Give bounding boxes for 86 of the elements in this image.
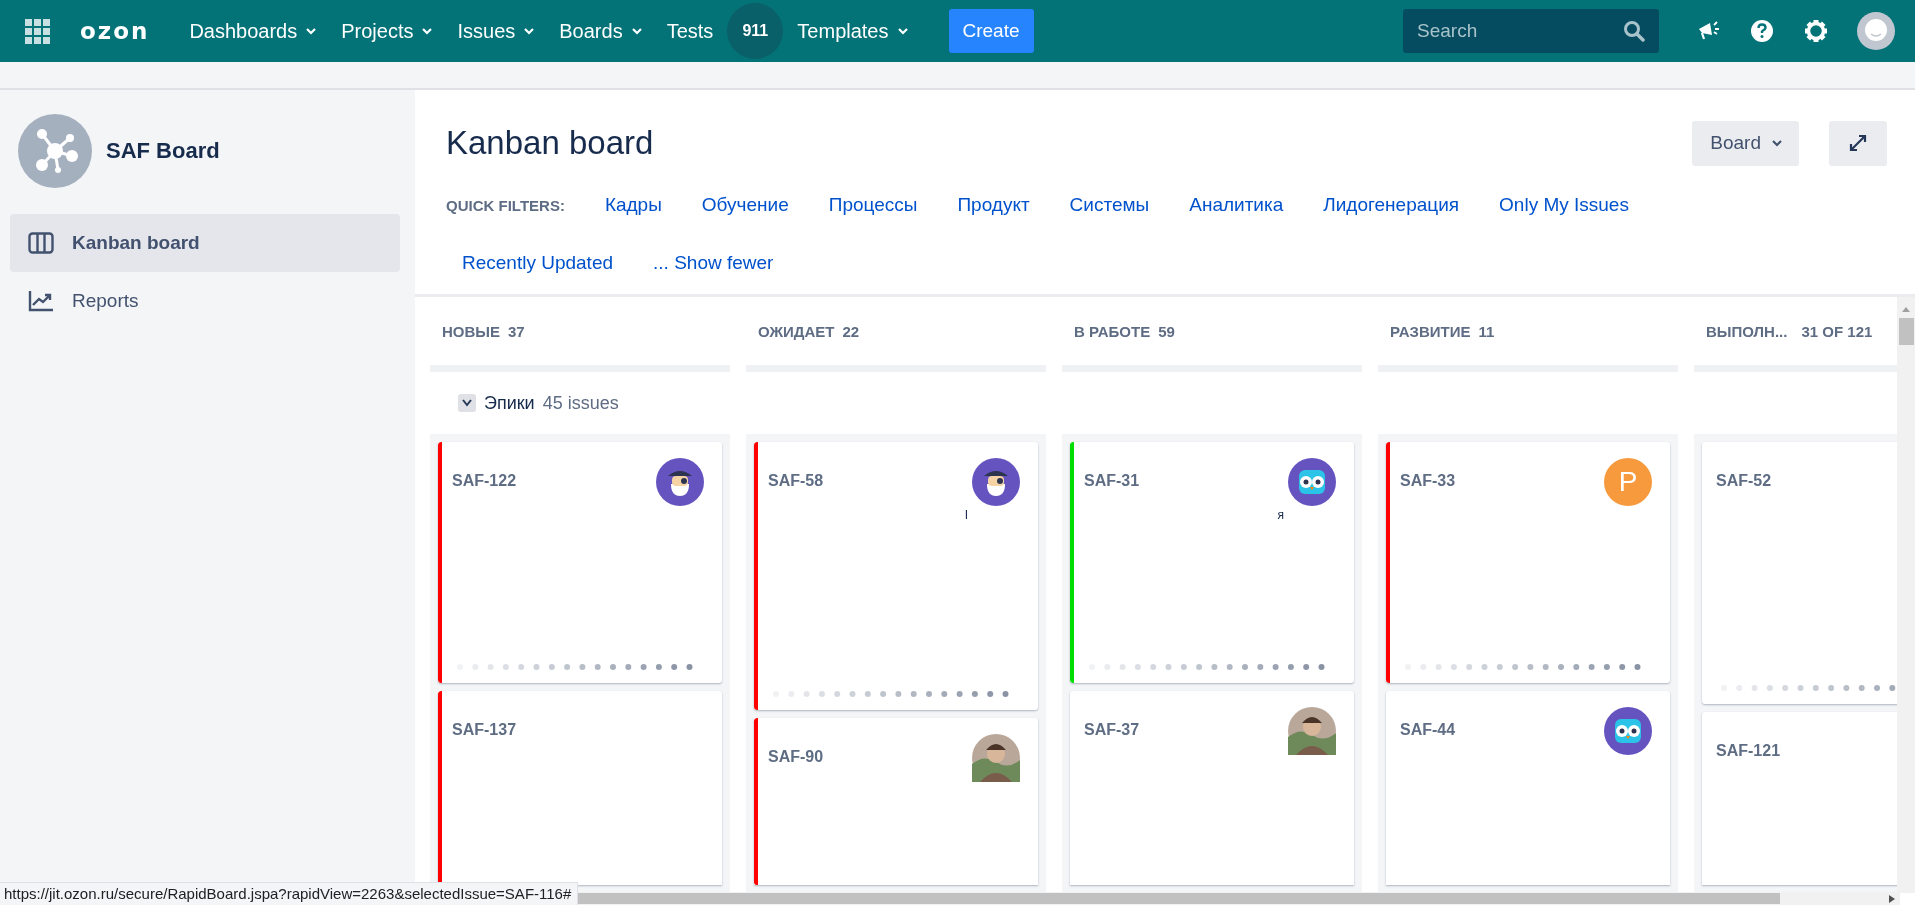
quick-filter-link[interactable]: Обучение bbox=[701, 194, 789, 216]
issue-card[interactable]: SAF-137 bbox=[438, 691, 722, 885]
app-switcher-icon[interactable] bbox=[25, 18, 50, 44]
issue-key: SAF-137 bbox=[452, 721, 517, 739]
expand-toggle[interactable] bbox=[458, 394, 476, 412]
board-view-dropdown[interactable]: Board bbox=[1692, 120, 1799, 166]
issue-key: SAF-44 bbox=[1400, 721, 1456, 739]
caret-icon bbox=[421, 26, 434, 36]
quick-filter-link[interactable]: Recently Updated bbox=[462, 252, 614, 274]
card-text: я bbox=[1277, 508, 1284, 522]
quick-filter-link[interactable]: Лидогенерация bbox=[1323, 194, 1460, 216]
quick-filter-link[interactable]: Продукт bbox=[957, 194, 1030, 216]
nav-link[interactable]: Tests bbox=[654, 11, 726, 51]
caret-icon bbox=[1771, 138, 1783, 148]
nav-menu[interactable]: Templates bbox=[785, 11, 921, 51]
quick-filter-link[interactable]: Процессы bbox=[828, 194, 918, 216]
column-title: НОВЫЕ bbox=[442, 322, 501, 340]
user-avatar-icon[interactable] bbox=[1857, 12, 1895, 50]
quick-filter-link[interactable]: Системы bbox=[1069, 194, 1150, 216]
project-name: SAF Board bbox=[106, 138, 220, 164]
column-title: ОЖИДАЕТ bbox=[758, 322, 835, 340]
quick-filter-link[interactable]: Only My Issues bbox=[1499, 194, 1629, 216]
scroll-right-icon[interactable] bbox=[1888, 893, 1896, 904]
caret-icon bbox=[896, 26, 909, 36]
pirate-avatar-icon bbox=[656, 458, 704, 506]
issue-card[interactable]: SAF-52 bbox=[1702, 442, 1897, 704]
issue-card[interactable]: SAF-90 bbox=[754, 718, 1038, 885]
column-count: 37 bbox=[508, 322, 525, 340]
issue-key: SAF-52 bbox=[1716, 472, 1772, 490]
issue-card[interactable]: SAF-44 bbox=[1386, 691, 1670, 885]
help-icon[interactable] bbox=[1750, 19, 1774, 43]
project-avatar-icon bbox=[18, 114, 92, 188]
issue-key: SAF-37 bbox=[1084, 721, 1140, 739]
issue-card[interactable]: SAF-31 я bbox=[1070, 442, 1354, 683]
page-title: Kanban board bbox=[446, 124, 654, 162]
board-icon bbox=[28, 232, 54, 254]
search-field[interactable]: Search bbox=[1403, 9, 1659, 53]
nav-menu[interactable]: Boards bbox=[547, 11, 655, 51]
logo[interactable]: ozon bbox=[80, 18, 150, 44]
sidebar-item[interactable]: Reports bbox=[10, 272, 400, 330]
issue-card[interactable]: SAF-37 bbox=[1070, 691, 1354, 885]
column-count: 31 OF 121 bbox=[1801, 322, 1873, 340]
issue-card[interactable]: SAF-58 I bbox=[754, 442, 1038, 710]
expand-icon bbox=[1848, 133, 1868, 153]
column-title: ВЫПОЛН... bbox=[1706, 322, 1788, 340]
chart-icon bbox=[28, 290, 54, 312]
card-text: I bbox=[964, 508, 968, 522]
issue-key: SAF-121 bbox=[1716, 742, 1781, 760]
caret-icon bbox=[305, 26, 318, 36]
fullscreen-button[interactable] bbox=[1829, 120, 1887, 166]
quick-filter-link[interactable]: Кадры bbox=[604, 194, 662, 216]
issue-key: SAF-31 bbox=[1084, 472, 1140, 490]
nav-menu[interactable]: Issues bbox=[445, 11, 548, 51]
caret-icon bbox=[523, 26, 536, 36]
column-title: РАЗВИТИЕ bbox=[1390, 322, 1471, 340]
scrollbar-thumb[interactable] bbox=[1898, 318, 1914, 345]
nav-menu[interactable]: Dashboards bbox=[177, 11, 330, 51]
quick-filter-link[interactable]: ... Show fewer bbox=[653, 252, 774, 274]
letter-avatar: P bbox=[1604, 458, 1652, 506]
issue-card[interactable]: SAF-121 bbox=[1702, 712, 1897, 885]
count-badge: 911 bbox=[727, 3, 784, 59]
column-count: 11 bbox=[1478, 322, 1495, 340]
owl-avatar-icon bbox=[1288, 458, 1336, 506]
search-icon bbox=[1623, 20, 1645, 42]
issue-card[interactable]: SAF-122 bbox=[438, 442, 722, 683]
issue-key: SAF-122 bbox=[452, 472, 517, 490]
issue-key: SAF-33 bbox=[1400, 472, 1456, 490]
quick-filter-link[interactable]: Аналитика bbox=[1189, 194, 1284, 216]
link-preview-tooltip: https://jit.ozon.ru/secure/RapidBoard.jspa?rapidView=2263&selectedIssue=SAF-116# bbox=[0, 882, 579, 905]
issue-card[interactable]: SAF-33 P bbox=[1386, 442, 1670, 683]
issue-key: SAF-90 bbox=[768, 748, 824, 766]
column-count: 22 bbox=[842, 322, 860, 340]
pirate-avatar-icon bbox=[972, 458, 1020, 506]
caret-icon bbox=[630, 26, 643, 36]
issue-key: SAF-58 bbox=[768, 472, 824, 490]
swimlane-count: 45 issues bbox=[542, 392, 619, 414]
column-count: 59 bbox=[1158, 322, 1175, 340]
swimlane-title: Эпики bbox=[484, 392, 535, 414]
owl-avatar-icon bbox=[1604, 707, 1652, 755]
column-title: В РАБОТЕ bbox=[1074, 322, 1151, 340]
create-button[interactable]: Create bbox=[948, 9, 1034, 53]
sidebar-item[interactable]: Kanban board bbox=[10, 214, 400, 272]
quick-filters-label: QUICK FILTERS: bbox=[446, 196, 565, 214]
nav-menu[interactable]: Projects bbox=[329, 11, 446, 51]
settings-icon[interactable] bbox=[1804, 19, 1828, 43]
chevron-down-icon bbox=[462, 399, 472, 407]
